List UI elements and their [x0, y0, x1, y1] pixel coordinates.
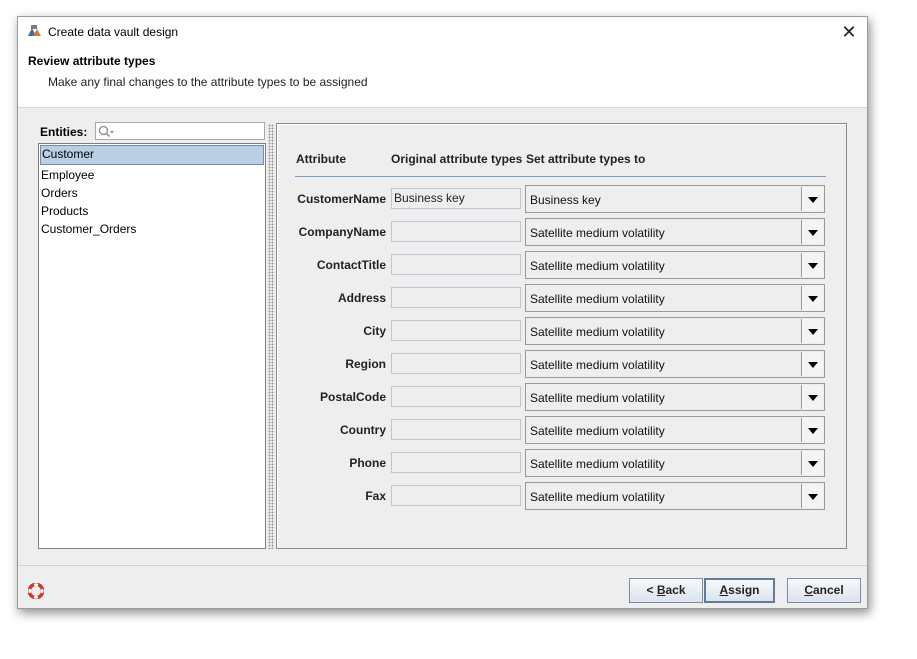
dropdown-selected-value: Satellite medium volatility: [530, 226, 665, 240]
assign-button-mnemonic: A: [719, 583, 729, 597]
back-button-rest: ack: [665, 583, 686, 597]
entity-search-input[interactable]: [95, 122, 265, 140]
dropdown-selected-value: Satellite medium volatility: [530, 325, 665, 339]
attribute-types-panel: Attribute Original attribute types Set a…: [276, 123, 847, 549]
attribute-type-dropdown[interactable]: Satellite medium volatility: [525, 383, 825, 411]
entity-list-item[interactable]: Employee: [39, 166, 265, 184]
original-type-field: [391, 287, 521, 308]
attribute-type-dropdown[interactable]: Satellite medium volatility: [525, 416, 825, 444]
assign-button-rest: ssign: [728, 583, 760, 597]
dropdown-selected-value: Satellite medium volatility: [530, 490, 665, 504]
close-icon[interactable]: ✕: [839, 22, 859, 42]
attribute-name-label: Phone: [349, 456, 386, 470]
page-subtitle: Make any final changes to the attribute …: [48, 75, 368, 89]
entities-label: Entities:: [40, 125, 88, 139]
original-type-field: [391, 419, 521, 440]
attribute-type-dropdown[interactable]: Business key: [525, 185, 825, 213]
wizard-header: Review attribute types Make any final ch…: [18, 47, 867, 108]
dropdown-selected-value: Satellite medium volatility: [530, 292, 665, 306]
dropdown-selected-value: Satellite medium volatility: [530, 391, 665, 405]
original-type-field: [391, 353, 521, 374]
footer-divider: [18, 565, 867, 566]
attribute-name-label: CustomerName: [297, 192, 386, 206]
attribute-type-dropdown[interactable]: Satellite medium volatility: [525, 218, 825, 246]
original-type-field: Business key: [391, 188, 521, 209]
attribute-name-label: ContactTitle: [316, 258, 386, 272]
chevron-down-icon[interactable]: [801, 286, 823, 310]
title-bar: Create data vault design ✕: [18, 17, 867, 47]
attribute-name-label: Address: [337, 291, 386, 305]
column-header-original: Original attribute types: [391, 152, 523, 166]
attribute-type-dropdown[interactable]: Satellite medium volatility: [525, 482, 825, 510]
attribute-type-dropdown[interactable]: Satellite medium volatility: [525, 284, 825, 312]
original-type-field: [391, 452, 521, 473]
back-button[interactable]: < Back: [629, 578, 703, 603]
dropdown-selected-value: Satellite medium volatility: [530, 358, 665, 372]
chevron-down-icon[interactable]: [801, 220, 823, 244]
app-icon: [28, 25, 41, 36]
column-header-set: Set attribute types to: [526, 152, 646, 166]
panel-splitter[interactable]: [268, 124, 274, 549]
dialog-window: Create data vault design ✕ Review attrib…: [17, 16, 868, 609]
entities-panel: Entities: Customer Employee Orders Products…: [38, 122, 266, 549]
page-title: Review attribute types: [28, 54, 156, 68]
attribute-type-dropdown[interactable]: Satellite medium volatility: [525, 317, 825, 345]
cancel-button-rest: ancel: [812, 583, 844, 597]
attribute-name-label: PostalCode: [319, 390, 386, 404]
attribute-name-label: City: [363, 324, 386, 338]
search-icon: [98, 125, 114, 138]
assign-button[interactable]: Assign: [704, 578, 775, 603]
chevron-down-icon[interactable]: [801, 319, 823, 343]
window-title: Create data vault design: [48, 25, 179, 39]
chevron-down-icon[interactable]: [801, 418, 823, 442]
original-type-field: [391, 485, 521, 506]
original-type-field: [391, 254, 521, 275]
entity-list-item[interactable]: Customer_Orders: [39, 220, 265, 238]
column-header-attribute: Attribute: [296, 152, 346, 166]
original-type-field: [391, 386, 521, 407]
help-lifebuoy-icon[interactable]: [28, 583, 44, 599]
chevron-down-icon[interactable]: [801, 253, 823, 277]
attribute-type-dropdown[interactable]: Satellite medium volatility: [525, 449, 825, 477]
attribute-name-label: Country: [340, 423, 386, 437]
original-type-field: [391, 320, 521, 341]
entity-list-item[interactable]: Products: [39, 202, 265, 220]
attribute-name-label: CompanyName: [298, 225, 386, 239]
chevron-down-icon[interactable]: [801, 484, 823, 508]
entity-list-item[interactable]: Orders: [39, 184, 265, 202]
attribute-name-label: Region: [345, 357, 386, 371]
chevron-down-icon[interactable]: [801, 352, 823, 376]
dropdown-selected-value: Satellite medium volatility: [530, 457, 665, 471]
dropdown-selected-value: Satellite medium volatility: [530, 424, 665, 438]
chevron-down-icon[interactable]: [801, 187, 823, 211]
original-type-field: [391, 221, 521, 242]
back-button-prefix: <: [646, 583, 657, 597]
cancel-button[interactable]: Cancel: [787, 578, 861, 603]
header-divider: [295, 176, 826, 177]
chevron-down-icon[interactable]: [801, 451, 823, 475]
attribute-name-label: Fax: [365, 489, 386, 503]
attribute-type-dropdown[interactable]: Satellite medium volatility: [525, 251, 825, 279]
cancel-button-mnemonic: C: [804, 583, 813, 597]
attribute-type-dropdown[interactable]: Satellite medium volatility: [525, 350, 825, 378]
entity-list-item[interactable]: Customer: [40, 145, 264, 165]
dropdown-selected-value: Business key: [530, 193, 601, 207]
entity-list[interactable]: Customer Employee Orders Products Customer_O…: [38, 143, 266, 549]
chevron-down-icon[interactable]: [801, 385, 823, 409]
dropdown-selected-value: Satellite medium volatility: [530, 259, 665, 273]
